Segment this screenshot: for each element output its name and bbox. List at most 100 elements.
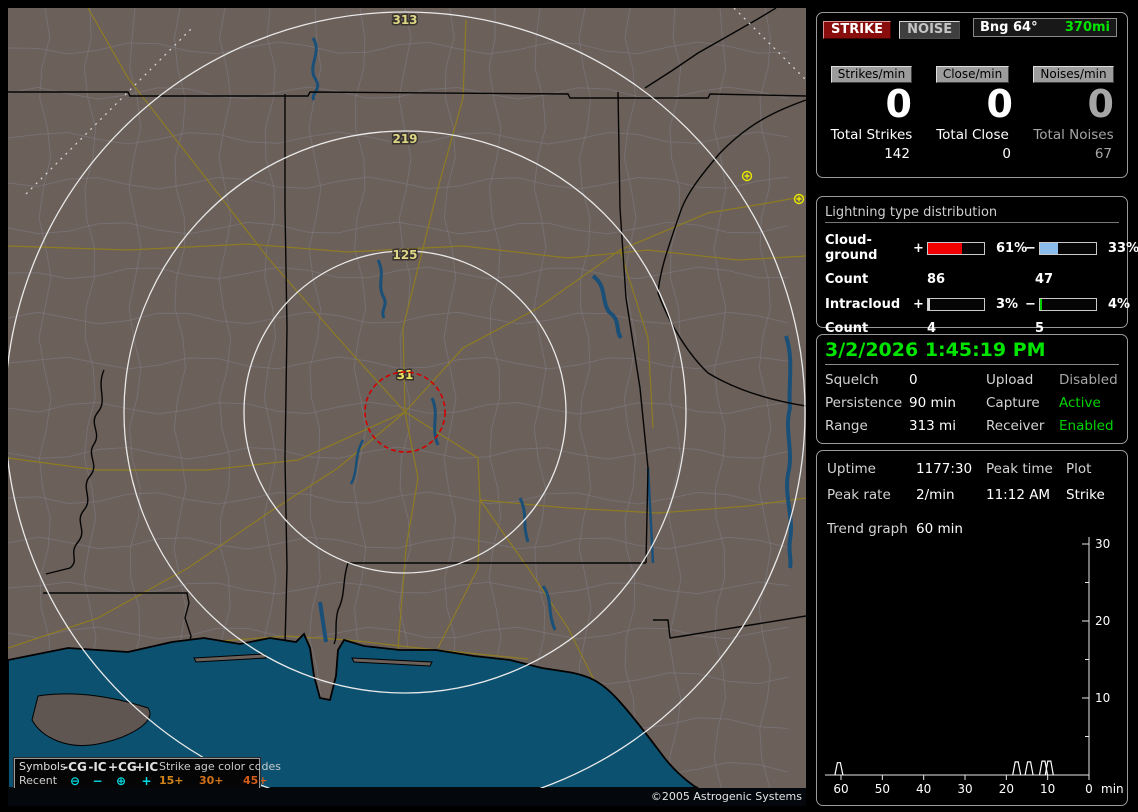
recent-neg-ic-icon: − (92, 773, 103, 788)
status-row: Range 313 mi Receiver Enabled (817, 418, 1127, 434)
bearing-range: 370mi (1064, 20, 1110, 35)
cloud-ground-row: Cloud-ground + 61% − 33% (817, 233, 1138, 263)
plot-label: Plot (1066, 461, 1092, 477)
noises-counter: Noises/min 0 Total Noises 67 (1023, 63, 1124, 162)
legend-header-symbols: Symbols (19, 760, 66, 773)
svg-text:min: min (1101, 782, 1124, 796)
strikes-per-min-value: 0 (885, 82, 912, 126)
nexstorm-window: 313 219 125 31 Symbols -CG -IC +CG +IC S… (0, 0, 1138, 812)
capture-status: Active (1059, 395, 1101, 411)
lightning-map[interactable]: 313 219 125 31 (8, 8, 806, 788)
bearing-value: Bng 64° (980, 20, 1038, 35)
capture-label: Capture (986, 395, 1040, 411)
noise-mode-button[interactable]: NOISE (899, 21, 961, 39)
copyright-text: ©2005 Astrogenic Systems (650, 790, 802, 803)
noises-per-min-value: 0 (1087, 82, 1114, 126)
cg-count-row: Count 86 47 (817, 272, 1127, 287)
cg-negative-count: 47 (1035, 272, 1054, 287)
plot-value: Strike (1066, 487, 1105, 503)
distribution-title: Lightning type distribution (825, 205, 1119, 223)
strikes-counter: Strikes/min 0 Total Strikes 142 (821, 63, 922, 162)
close-per-min-value: 0 (986, 82, 1013, 126)
cg-positive-pct: 61% (996, 240, 1028, 256)
total-close-value: 0 (1002, 146, 1011, 162)
trend-graph: 30 20 10 60 50 40 30 20 10 0 min (825, 537, 1124, 796)
cg-positive-bar (927, 241, 985, 255)
range-label: Range (825, 418, 868, 434)
legend-age-title: Strike age color codes (159, 760, 281, 773)
ring-label-313: 313 (392, 13, 417, 27)
stats-row: Uptime 1177:30 Peak time Plot (817, 461, 1127, 477)
cloud-ground-label: Cloud-ground (825, 233, 878, 263)
range-value: 313 mi (909, 418, 956, 434)
status-panel: 3/2/2026 1:45:19 PM Squelch 0 Upload Dis… (816, 334, 1128, 444)
receiver-label: Receiver (986, 418, 1045, 434)
legend-header-pos-cg: +CG (108, 759, 137, 774)
recent-pos-ic-icon: + (141, 773, 152, 788)
upload-status: Disabled (1059, 372, 1118, 388)
ring-label-125: 125 (392, 248, 417, 262)
ic-negative-pct: 4% (1108, 297, 1131, 312)
total-strikes-value: 142 (884, 146, 910, 162)
persistence-value: 90 min (909, 395, 956, 411)
age-15: 15+ (159, 774, 184, 787)
cg-negative-bar (1039, 241, 1097, 255)
peak-rate-value: 2/min (916, 487, 955, 503)
age-45: 45+ (243, 774, 268, 787)
peak-time-label: Peak time (986, 461, 1053, 477)
cg-negative-pct: 33% (1108, 240, 1138, 256)
minus-sign: − (1025, 240, 1036, 256)
status-row: Squelch 0 Upload Disabled (817, 372, 1127, 388)
ring-label-219: 219 (392, 132, 417, 146)
cg-positive-count: 86 (927, 272, 946, 287)
uptime-value: 1177:30 (916, 461, 973, 477)
receiver-status: Enabled (1059, 418, 1114, 434)
svg-text:0: 0 (1085, 782, 1093, 796)
copyright-bar: ©2005 Astrogenic Systems (8, 788, 806, 806)
squelch-value: 0 (909, 372, 918, 388)
svg-text:20: 20 (999, 782, 1014, 796)
close-per-min-button[interactable]: Close/min (935, 66, 1010, 83)
cg-count-label: Count (825, 272, 869, 287)
peak-time-value: 11:12 AM (986, 487, 1051, 503)
close-counter: Close/min 0 Total Close 0 (922, 63, 1023, 162)
intracloud-row: Intracloud + 3% − 4% (817, 297, 1131, 312)
minus-sign: − (1025, 297, 1036, 312)
svg-text:40: 40 (916, 782, 931, 796)
persistence-label: Persistence (825, 395, 903, 411)
svg-text:20: 20 (1095, 614, 1110, 628)
bearing-readout: Bng 64° 370mi (973, 18, 1117, 37)
ic-positive-pct: 3% (996, 297, 1019, 312)
strikes-per-min-button[interactable]: Strikes/min (830, 66, 913, 83)
strike-mode-button[interactable]: STRIKE (823, 21, 892, 39)
stats-row: Peak rate 2/min 11:12 AM Strike (817, 487, 1127, 503)
recent-pos-cg-icon: ⊕ (115, 773, 127, 788)
status-row: Persistence 90 min Capture Active (817, 395, 1127, 411)
plus-sign: + (913, 240, 924, 256)
svg-text:30: 30 (957, 782, 972, 796)
upload-label: Upload (986, 372, 1034, 388)
counters-panel: STRIKE NOISE Bng 64° 370mi Strikes/min 0… (816, 12, 1128, 178)
datetime-display: 3/2/2026 1:45:19 PM (825, 339, 1119, 365)
plus-sign: + (913, 297, 924, 312)
legend-row-recent: Recent (19, 774, 58, 787)
total-close-label: Total Close (936, 127, 1009, 143)
total-strikes-label: Total Strikes (830, 127, 913, 143)
svg-text:10: 10 (1040, 782, 1055, 796)
noises-per-min-button[interactable]: Noises/min (1033, 66, 1114, 83)
legend-header-neg-cg: -CG (63, 759, 87, 774)
ring-label-31: 31 (397, 368, 414, 382)
stats-panel: Uptime 1177:30 Peak time Plot Peak rate … (816, 450, 1128, 806)
peak-rate-label: Peak rate (827, 487, 891, 503)
ic-positive-bar (927, 298, 985, 311)
radar-map-area: 313 219 125 31 Symbols -CG -IC +CG +IC S… (8, 8, 806, 806)
uptime-label: Uptime (827, 461, 876, 477)
squelch-label: Squelch (825, 372, 879, 388)
ic-negative-bar (1039, 298, 1097, 311)
distribution-panel: Lightning type distribution Cloud-ground… (816, 196, 1138, 336)
total-noises-value: 67 (1094, 146, 1112, 162)
intracloud-label: Intracloud (825, 297, 901, 312)
svg-text:30: 30 (1095, 537, 1110, 551)
total-noises-label: Total Noises (1033, 127, 1114, 143)
svg-text:60: 60 (833, 782, 848, 796)
